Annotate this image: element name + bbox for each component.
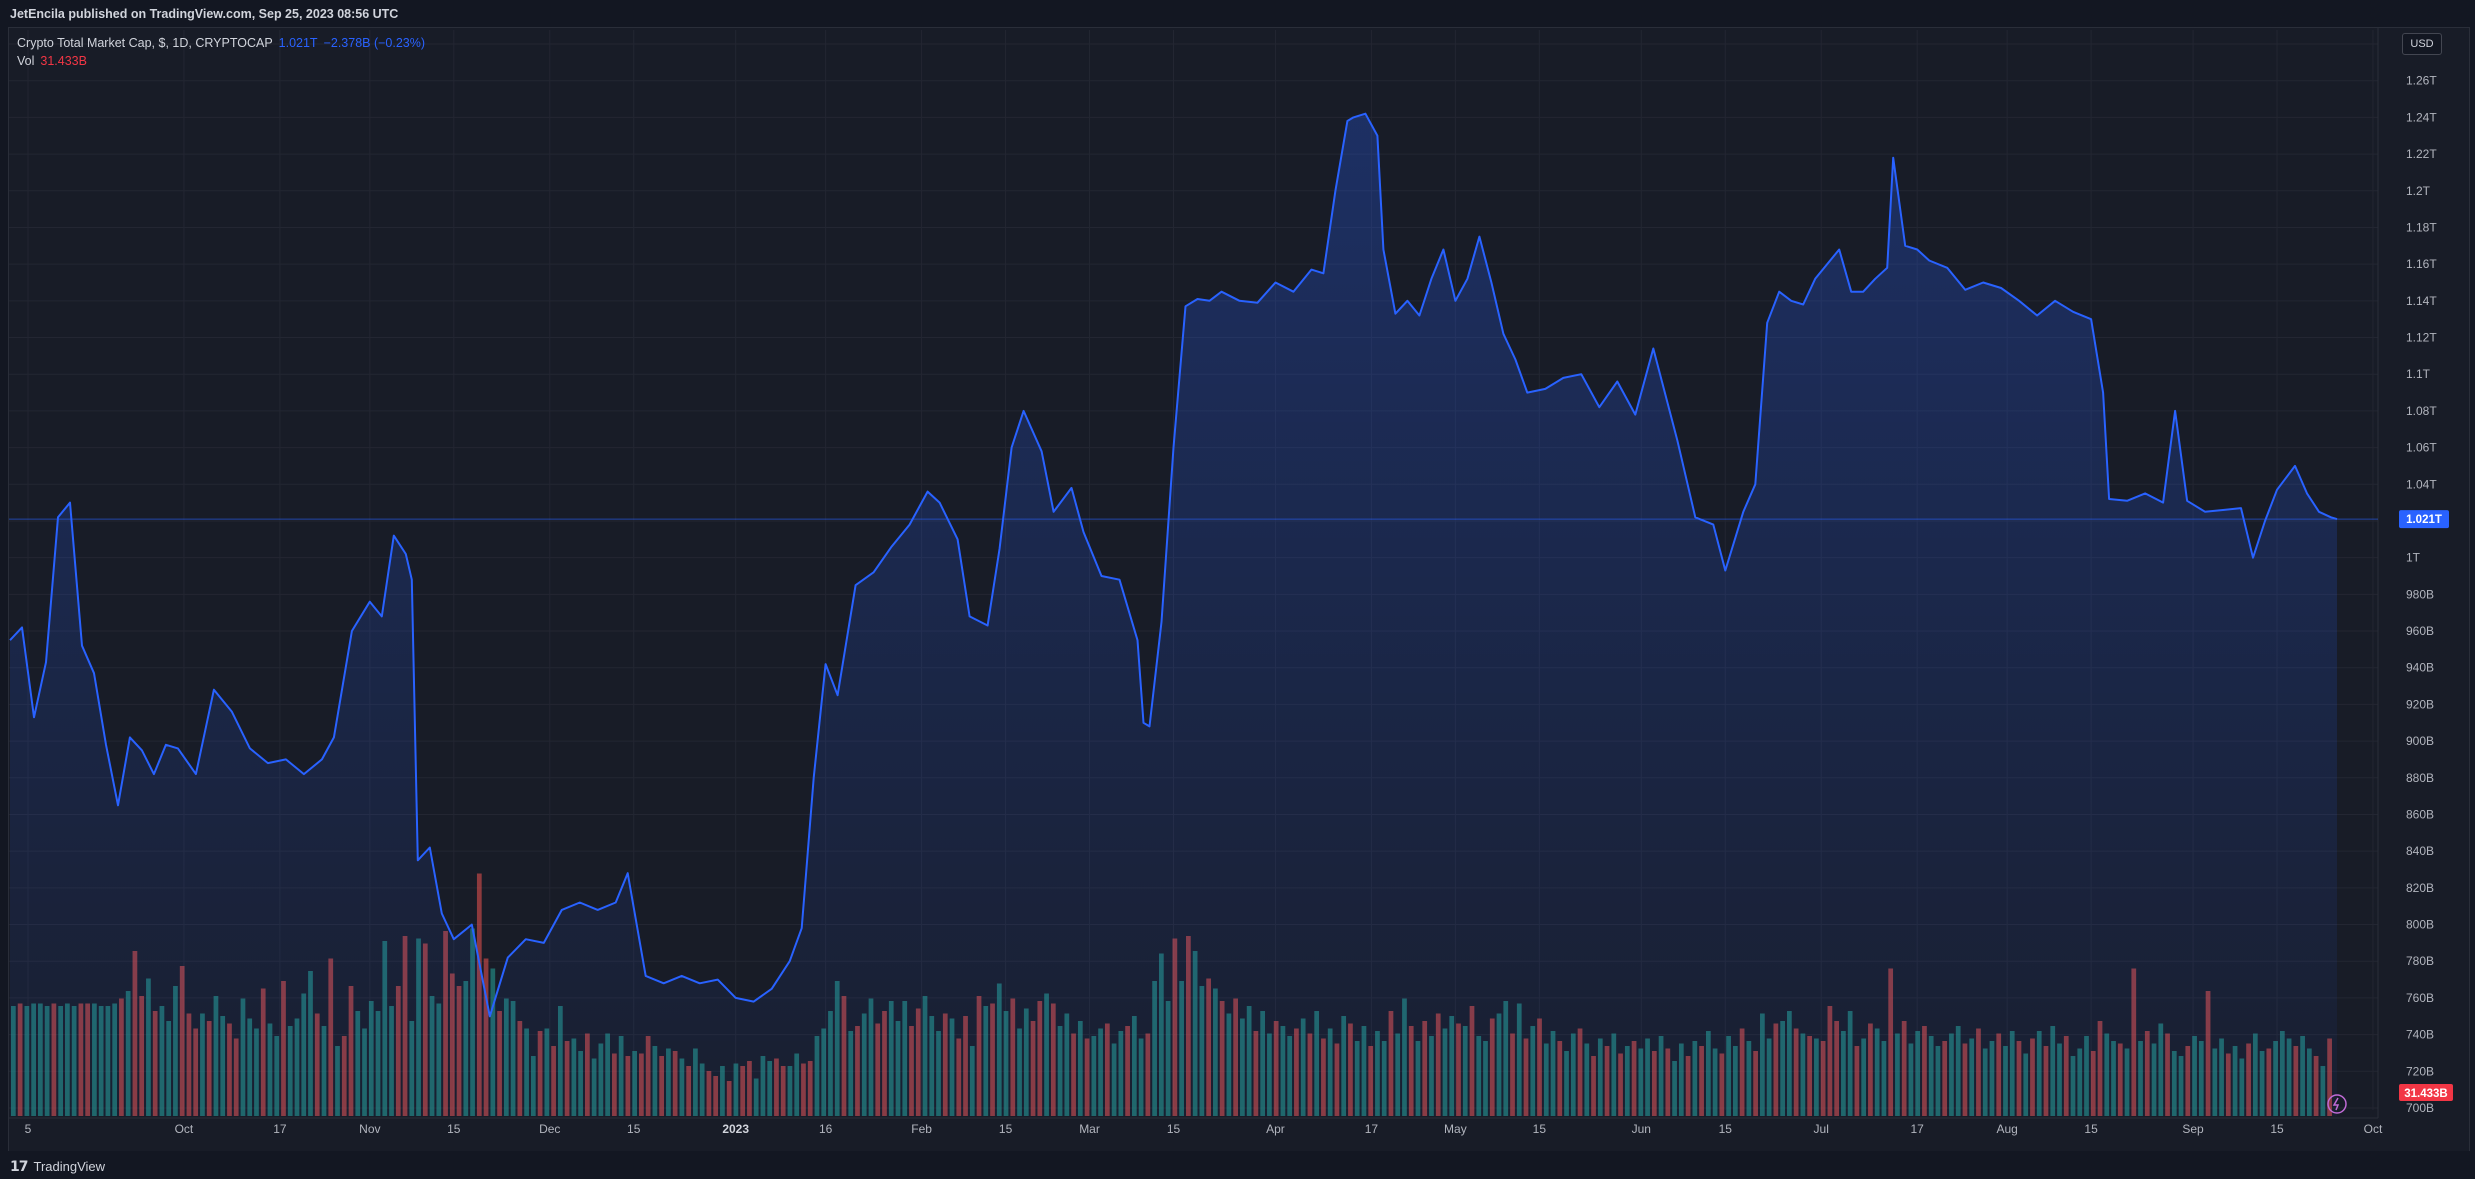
x-tick-label: 15 — [2270, 1122, 2284, 1136]
y-tick-label: 740B — [2406, 1028, 2434, 1042]
x-tick-label: 17 — [1911, 1122, 1925, 1136]
y-tick-label: 880B — [2406, 771, 2434, 785]
x-tick-label: 17 — [273, 1122, 287, 1136]
x-tick-label: Aug — [1996, 1122, 2017, 1136]
y-tick-label: 1.06T — [2406, 441, 2437, 455]
x-tick-label: 15 — [2084, 1122, 2098, 1136]
y-tick-label: 1.12T — [2406, 331, 2437, 345]
x-tick-label: 15 — [447, 1122, 461, 1136]
y-tick-label: 1.24T — [2406, 110, 2437, 124]
x-tick-label: Dec — [539, 1122, 560, 1136]
brand-name: TradingView — [33, 1159, 106, 1174]
x-tick-label: Feb — [911, 1122, 932, 1136]
y-tick-label: 1.04T — [2406, 477, 2437, 491]
volume-value: 31.433B — [40, 54, 87, 68]
x-tick-label: Jul — [1814, 1122, 1829, 1136]
y-tick-label: 860B — [2406, 807, 2434, 821]
chart-legend: Crypto Total Market Cap, $, 1D, CRYPTOCA… — [17, 34, 425, 70]
x-tick-label: May — [1444, 1122, 1467, 1136]
change-value: −2.378B (−0.23%) — [323, 36, 426, 50]
y-tick-label: 700B — [2406, 1101, 2434, 1115]
y-tick-label: 960B — [2406, 624, 2434, 638]
x-tick-label: 17 — [1365, 1122, 1379, 1136]
x-tick-label: 15 — [1533, 1122, 1547, 1136]
x-tick-label: 2023 — [722, 1122, 749, 1136]
volume-label[interactable]: Vol — [17, 54, 34, 68]
y-tick-label: 720B — [2406, 1064, 2434, 1078]
y-tick-label: 1.18T — [2406, 220, 2437, 234]
y-tick-label: 1.22T — [2406, 147, 2437, 161]
x-tick-label: Oct — [175, 1122, 194, 1136]
y-tick-label: 820B — [2406, 881, 2434, 895]
y-tick-label: 840B — [2406, 844, 2434, 858]
last-volume-tag-text: 31.433B — [2404, 1088, 2447, 1100]
last-price-tag-text: 1.021T — [2406, 514, 2442, 526]
x-tick-label: 5 — [25, 1122, 32, 1136]
y-tick-label: 940B — [2406, 661, 2434, 675]
x-tick-label: Apr — [1266, 1122, 1285, 1136]
y-tick-label: 1.16T — [2406, 257, 2437, 271]
x-tick-label: Mar — [1079, 1122, 1100, 1136]
bottom-bar: 𝟭𝟳 TradingView — [0, 1151, 2475, 1179]
y-tick-label: 900B — [2406, 734, 2434, 748]
x-tick-label: Sep — [2182, 1122, 2204, 1136]
y-tick-label: 1.26T — [2406, 74, 2437, 88]
tradingview-brand[interactable]: 𝟭𝟳 TradingView — [10, 1158, 105, 1175]
y-tick-label: 1.14T — [2406, 294, 2437, 308]
y-tick-label: 1.2T — [2406, 184, 2431, 198]
x-tick-label: Jun — [1632, 1122, 1651, 1136]
x-tick-label: 15 — [999, 1122, 1013, 1136]
symbol-title[interactable]: Crypto Total Market Cap, $, 1D, CRYPTOCA… — [17, 36, 273, 50]
y-tick-label: 980B — [2406, 587, 2434, 601]
tradingview-logo-icon: 𝟭𝟳 — [10, 1158, 29, 1174]
last-value: 1.021T — [278, 36, 318, 50]
y-tick-label: 800B — [2406, 918, 2434, 932]
y-tick-label: 1T — [2406, 551, 2421, 565]
y-tick-label: 760B — [2406, 991, 2434, 1005]
x-tick-label: Nov — [359, 1122, 380, 1136]
x-tick-label: 15 — [1167, 1122, 1181, 1136]
y-tick-label: 1.1T — [2406, 367, 2431, 381]
x-tick-label: 16 — [819, 1122, 833, 1136]
price-chart-svg[interactable]: 700B 720B 740B 760B 780B 800B 820B 840B 860B 880B… — [0, 0, 2475, 1179]
x-tick-label: 15 — [627, 1122, 641, 1136]
x-tick-label: 15 — [1719, 1122, 1733, 1136]
y-tick-label: 1.08T — [2406, 404, 2437, 418]
y-tick-label: 920B — [2406, 697, 2434, 711]
y-tick-label: 780B — [2406, 954, 2434, 968]
x-tick-label: Oct — [2364, 1122, 2383, 1136]
currency-button[interactable]: USD — [2402, 33, 2442, 55]
